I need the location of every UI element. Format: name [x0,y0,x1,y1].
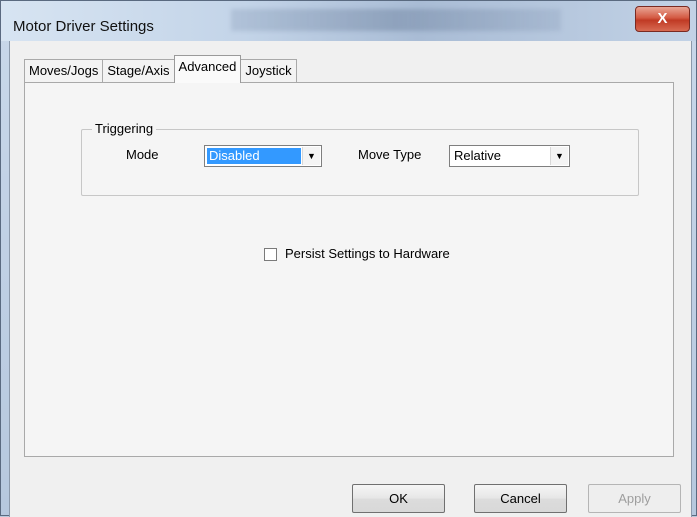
move-type-dropdown-value: Relative [454,148,501,163]
move-type-dropdown[interactable]: Relative ▼ [449,145,570,167]
tab-moves-jogs[interactable]: Moves/Jogs [24,59,104,83]
ok-button[interactable]: OK [352,484,445,513]
window-title: Motor Driver Settings [13,18,154,35]
apply-button: Apply [588,484,681,513]
mode-dropdown[interactable]: Disabled ▼ [204,145,322,167]
advanced-tab-panel: Triggering Mode Disabled ▼ Move Type Rel… [24,82,674,457]
mode-dropdown-value: Disabled [207,148,301,164]
triggering-groupbox: Triggering Mode Disabled ▼ Move Type Rel… [81,121,639,196]
cancel-button[interactable]: Cancel [474,484,567,513]
tab-advanced[interactable]: Advanced [173,55,242,83]
close-icon: X [657,10,668,27]
persist-settings-checkbox[interactable] [264,248,277,261]
dialog-window: Motor Driver Settings X Moves/Jogs Stage… [0,0,697,517]
title-bar[interactable]: Motor Driver Settings X [1,1,696,41]
persist-settings-label[interactable]: Persist Settings to Hardware [285,246,450,261]
tab-joystick[interactable]: Joystick [240,59,297,83]
move-type-label: Move Type [358,147,422,162]
tab-stage-axis[interactable]: Stage/Axis [102,59,175,83]
chevron-down-icon[interactable]: ▼ [550,147,568,165]
dialog-client-area: Moves/Jogs Stage/Axis Advanced Joystick … [9,41,692,517]
tab-strip: Moves/Jogs Stage/Axis Advanced Joystick [24,53,297,83]
close-button[interactable]: X [635,6,690,32]
chevron-down-icon[interactable]: ▼ [302,147,320,165]
mode-label: Mode [126,147,159,162]
title-bar-background-blur [231,9,561,31]
triggering-group-title: Triggering [92,121,157,136]
